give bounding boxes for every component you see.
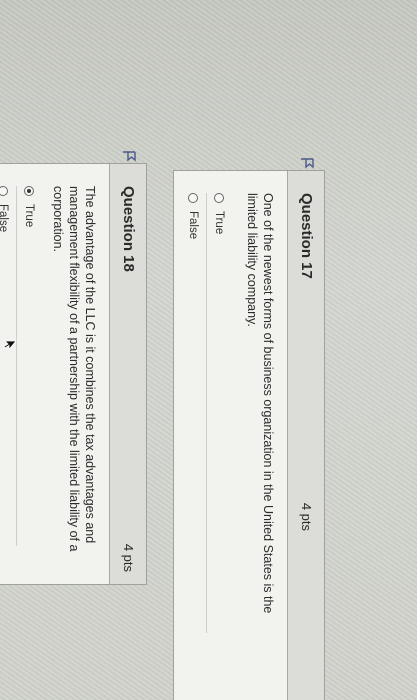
question-17-text-line: One of the newest forms of business orga… (261, 193, 275, 614)
question-18-option-true[interactable]: True (20, 186, 38, 227)
question-18-text-line: management flexibility of a partnership … (67, 186, 81, 552)
question-17-option-true[interactable]: True (210, 193, 228, 234)
question-17-points: 4 pts (299, 502, 314, 531)
question-17-card: Question 17 4 pts One of the newest form… (173, 170, 325, 700)
radio-button[interactable] (214, 193, 224, 203)
question-18-text-line: The advantage of the LLC is it combines … (83, 186, 97, 544)
option-label: False (0, 204, 9, 233)
question-17-text: One of the newest forms of business orga… (244, 193, 276, 613)
flag-icon[interactable] (300, 157, 314, 169)
option-label: True (23, 204, 35, 228)
question-17-title: Question 17 (298, 193, 315, 279)
question-17-option-false[interactable]: False (184, 193, 202, 239)
option-label: True (213, 211, 225, 235)
quiz-screen: Question 17 4 pts One of the newest form… (0, 0, 417, 700)
question-18-points: 4 pts (121, 543, 136, 572)
question-18-header: Question 18 4 pts (109, 164, 146, 584)
photo-background: Question 17 4 pts One of the newest form… (0, 0, 417, 700)
radio-button[interactable] (0, 186, 8, 196)
flag-icon[interactable] (122, 150, 136, 162)
question-18-title: Question 18 (120, 186, 137, 272)
radio-button[interactable] (188, 193, 198, 203)
divider (16, 186, 17, 546)
question-18-option-false[interactable]: False (0, 186, 12, 232)
question-17-text-line: limited liability company. (245, 193, 259, 327)
mouse-pointer-icon (3, 340, 17, 351)
question-18-text: The advantage of the LLC is it combines … (50, 186, 98, 551)
option-label: False (187, 211, 199, 240)
radio-button-selected[interactable] (24, 186, 34, 196)
question-17-header: Question 17 4 pts (287, 171, 324, 700)
divider (206, 193, 207, 633)
question-18-text-line: corporation. (51, 186, 65, 253)
question-18-card: Question 18 4 pts The advantage of the L… (0, 163, 147, 585)
